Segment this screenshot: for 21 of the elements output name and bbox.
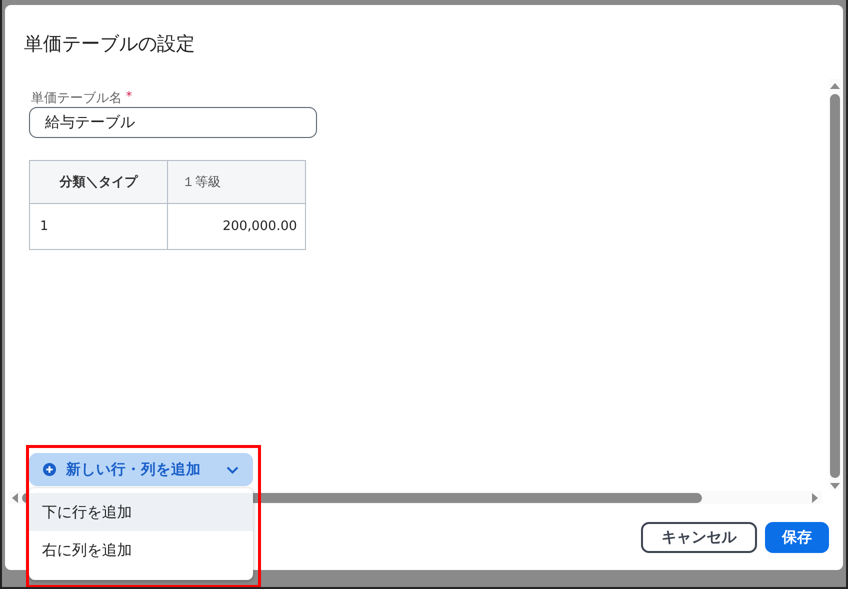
column-header: １等級 <box>168 160 306 204</box>
column-header: 分類＼タイプ <box>30 160 168 204</box>
add-dropdown-button[interactable]: 新しい行・列を追加 <box>29 453 253 486</box>
plus-circle-icon <box>43 463 56 476</box>
table-cell: 200,000.00 <box>168 204 306 250</box>
save-button[interactable]: 保存 <box>765 522 829 553</box>
table-cell: 1 <box>30 204 168 250</box>
scrollbar-thumb[interactable] <box>830 94 840 478</box>
menu-item[interactable]: 右に列を追加 <box>29 531 253 569</box>
vertical-scrollbar[interactable] <box>829 79 841 489</box>
input-field[interactable]: 給与テーブル <box>29 107 317 138</box>
scroll-down-icon[interactable] <box>830 483 840 489</box>
required-mark: * <box>126 89 132 103</box>
cancel-button[interactable]: キャンセル <box>641 522 757 553</box>
dialog-title: 単価テーブルの設定 <box>24 32 196 57</box>
field-label: 単価テーブル名 <box>31 90 122 107</box>
menu-item[interactable]: 下に行を追加 <box>29 493 253 531</box>
scroll-up-icon[interactable] <box>830 83 840 89</box>
scroll-right-icon[interactable] <box>812 492 818 502</box>
scroll-left-icon[interactable] <box>12 492 18 502</box>
chevron-down-icon <box>226 466 239 474</box>
